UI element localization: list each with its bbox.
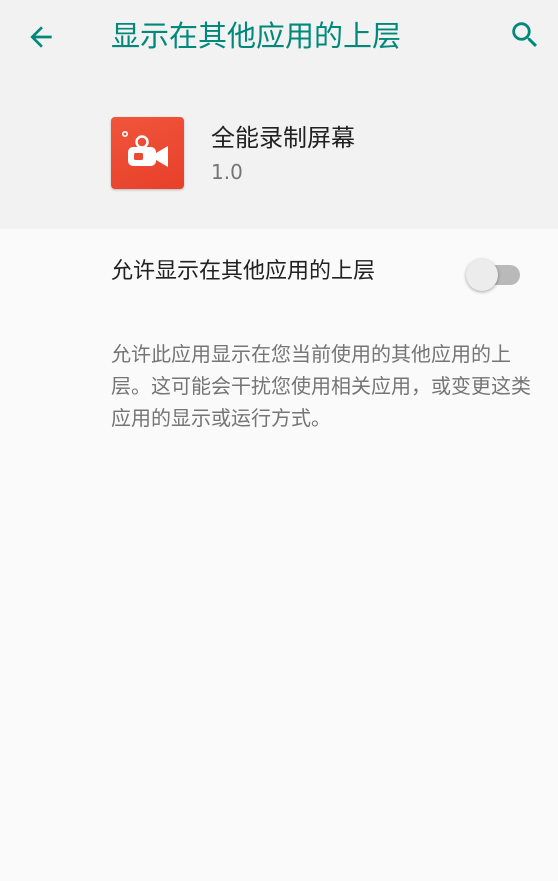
app-version: 1.0 bbox=[211, 160, 243, 184]
video-camera-icon bbox=[122, 131, 168, 167]
toggle-thumb bbox=[466, 259, 498, 291]
app-header: 显示在其他应用的上层 全能录制屏幕 1.0 bbox=[0, 0, 558, 229]
arrow-back-icon bbox=[30, 26, 52, 48]
setting-description: 允许此应用显示在您当前使用的其他应用的上层。这可能会干扰您使用相关应用，或变更这… bbox=[111, 342, 531, 430]
search-button[interactable] bbox=[502, 12, 548, 58]
page-title: 显示在其他应用的上层 bbox=[111, 19, 402, 53]
back-button[interactable] bbox=[18, 14, 64, 60]
app-name: 全能录制屏幕 bbox=[211, 124, 355, 152]
allow-overlay-toggle[interactable] bbox=[466, 256, 524, 291]
allow-overlay-setting-row[interactable]: 允许显示在其他应用的上层 bbox=[0, 229, 558, 315]
allow-overlay-label: 允许显示在其他应用的上层 bbox=[111, 259, 376, 284]
search-icon bbox=[512, 22, 538, 48]
app-icon bbox=[111, 117, 184, 189]
